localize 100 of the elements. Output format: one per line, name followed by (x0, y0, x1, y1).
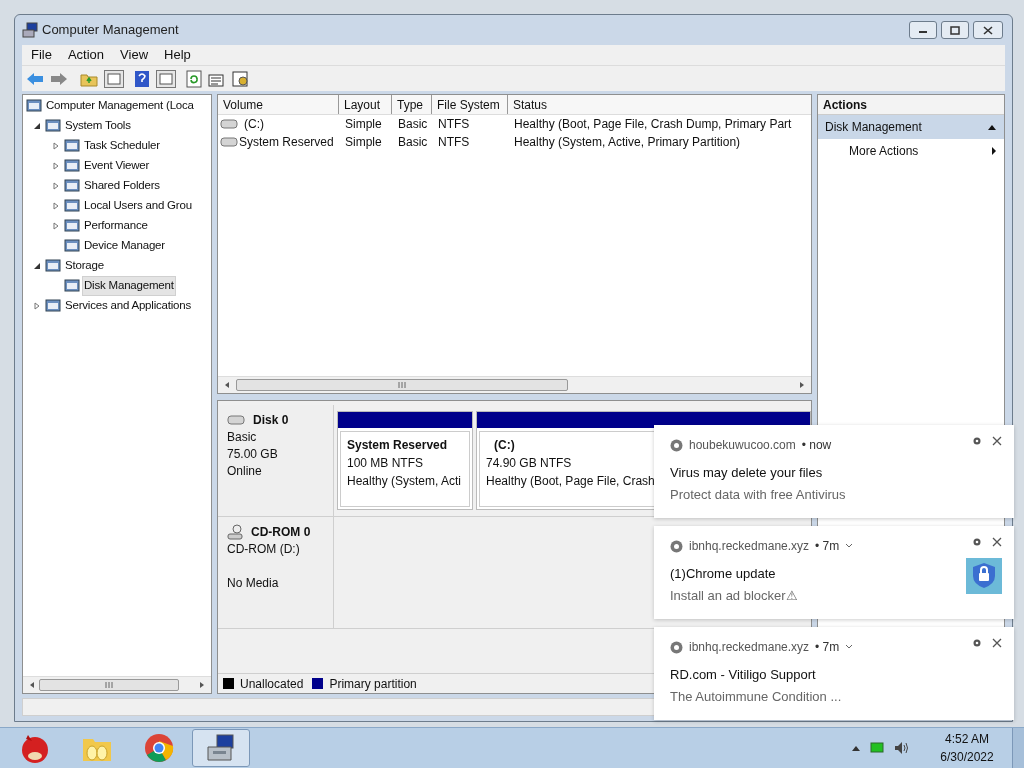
partition-block[interactable]: System Reserved 100 MB NTFS Healthy (System, Acti (337, 411, 473, 510)
collapsed-arrow-icon[interactable] (33, 302, 41, 310)
menu-item[interactable]: View (113, 45, 156, 65)
column-header[interactable]: Status (508, 95, 811, 114)
tree-item[interactable]: Storage (63, 256, 106, 276)
settings-icon[interactable] (972, 638, 982, 648)
table-cell-text: System Reserved (239, 134, 334, 151)
shield-lock-icon (966, 558, 1002, 594)
window-icon (64, 238, 80, 254)
collapsed-arrow-icon[interactable] (52, 202, 60, 210)
minimize-button[interactable] (909, 21, 937, 39)
submenu-arrow-icon (991, 146, 997, 156)
notification-card[interactable]: houbekuwucoo.com • now Virus may delete your files Protect data with free Antivirus (654, 425, 1014, 518)
collapsed-arrow-icon[interactable] (52, 222, 60, 230)
network-icon[interactable] (870, 742, 884, 754)
notification-source: houbekuwucoo.com (689, 437, 796, 454)
clock-time[interactable]: 4:52 AM (945, 730, 989, 748)
disk-detail: No Media (227, 575, 280, 592)
notification-title: (1)Chrome update (670, 565, 777, 583)
maximize-button[interactable] (941, 21, 969, 39)
partition-size: 100 MB NTFS (347, 455, 424, 472)
back-arrow-icon[interactable] (26, 71, 44, 86)
window-icon (45, 298, 61, 314)
collapsed-arrow-icon[interactable] (52, 162, 60, 170)
tree-item[interactable]: Disk Management (82, 276, 176, 296)
window-title: Computer Management (42, 21, 179, 40)
scrollbar[interactable] (218, 376, 811, 393)
notification-time: • 7m (815, 639, 840, 656)
disk-name: Disk 0 (253, 412, 289, 429)
menu-item[interactable]: Help (157, 45, 198, 65)
settings-icon[interactable] (232, 70, 250, 87)
close-icon[interactable] (992, 436, 1002, 446)
drive-icon (220, 119, 238, 129)
tree-item[interactable]: Device Manager (82, 236, 167, 256)
scrollbar[interactable] (23, 676, 211, 693)
table-cell-text: Basic (398, 134, 428, 151)
notification-card[interactable]: ibnhq.reckedmane.xyz • 7m (1)Chrome update Install an ad blocker⚠ (654, 526, 1014, 619)
menu-item[interactable]: Action (60, 45, 112, 65)
actions-title: Actions (818, 95, 1004, 115)
disk-name: CD-ROM 0 (251, 524, 311, 541)
expanded-arrow-icon[interactable] (33, 262, 41, 270)
table-cell-text: (C:) (244, 116, 264, 133)
partition-status: Healthy (System, Acti (347, 473, 462, 490)
chevron-down-icon[interactable] (845, 543, 854, 549)
window-icon (64, 158, 80, 174)
tree-item[interactable]: System Tools (63, 116, 133, 136)
tree-item[interactable]: Event Viewer (82, 156, 152, 176)
table-cell-text: Simple (345, 134, 382, 151)
collapsed-arrow-icon[interactable] (52, 182, 60, 190)
window-icon (26, 98, 42, 114)
help-icon[interactable] (134, 69, 150, 88)
tree-item[interactable]: Services and Applications (63, 296, 194, 316)
partition-status: Healthy (Boot, Page File, Crash (486, 473, 655, 490)
column-header[interactable]: Volume (218, 95, 339, 114)
close-icon[interactable] (992, 638, 1002, 648)
speaker-icon[interactable] (894, 741, 910, 755)
chevron-down-icon[interactable] (845, 644, 854, 650)
computer-icon (205, 733, 237, 763)
scroll-thumb[interactable] (236, 379, 568, 391)
pane-icon[interactable] (156, 69, 176, 88)
pane-icon[interactable] (104, 69, 124, 88)
collapse-arrow-icon[interactable] (987, 123, 997, 131)
notification-time: • 7m (815, 538, 840, 555)
tree-item[interactable]: Performance (82, 216, 150, 236)
caret-up-icon[interactable] (852, 745, 860, 751)
forward-arrow-icon[interactable] (50, 71, 68, 86)
tree-item[interactable]: Shared Folders (82, 176, 162, 196)
refresh-icon[interactable] (186, 69, 202, 88)
cd-drive-icon (227, 524, 243, 540)
settings-icon[interactable] (972, 537, 982, 547)
grip-icon (398, 382, 406, 388)
window-icon (45, 258, 61, 274)
notification-source: ibnhq.reckedmane.xyz (689, 538, 810, 555)
tree-item[interactable]: Local Users and Grou (82, 196, 194, 216)
window-icon (64, 178, 80, 194)
column-header[interactable]: Layout (339, 95, 392, 114)
scroll-thumb[interactable] (39, 679, 179, 691)
close-button[interactable] (973, 21, 1003, 39)
clock-date[interactable]: 6/30/2022 (940, 748, 994, 766)
disk-detail: Online (227, 463, 263, 480)
collapsed-arrow-icon[interactable] (52, 142, 60, 150)
column-header[interactable]: Type (392, 95, 432, 114)
disk-detail: 75.00 GB (227, 446, 279, 463)
action-item[interactable]: More Actions (818, 139, 1004, 163)
actions-section[interactable]: Disk Management (818, 115, 1004, 139)
window-icon (64, 218, 80, 234)
settings-icon[interactable] (972, 436, 982, 446)
restore-icon (950, 25, 960, 35)
browser-icon (670, 640, 683, 654)
close-icon[interactable] (992, 537, 1002, 547)
partition-title: (C:) (494, 437, 515, 454)
tree-item[interactable]: Computer Management (Loca (44, 96, 196, 116)
table-cell-text: Healthy (Boot, Page File, Crash Dump, Primary Part (514, 116, 792, 133)
menu-item[interactable]: File (24, 45, 59, 65)
taskbar-button[interactable] (192, 729, 250, 767)
column-header[interactable]: File System (432, 95, 508, 114)
expanded-arrow-icon[interactable] (33, 122, 41, 130)
app-icon (22, 22, 38, 38)
tree-item[interactable]: Task Scheduler (82, 136, 162, 156)
notification-card[interactable]: ibnhq.reckedmane.xyz • 7m RD.com - Vitiligo Support The Autoimmune Condition ... (654, 627, 1014, 720)
